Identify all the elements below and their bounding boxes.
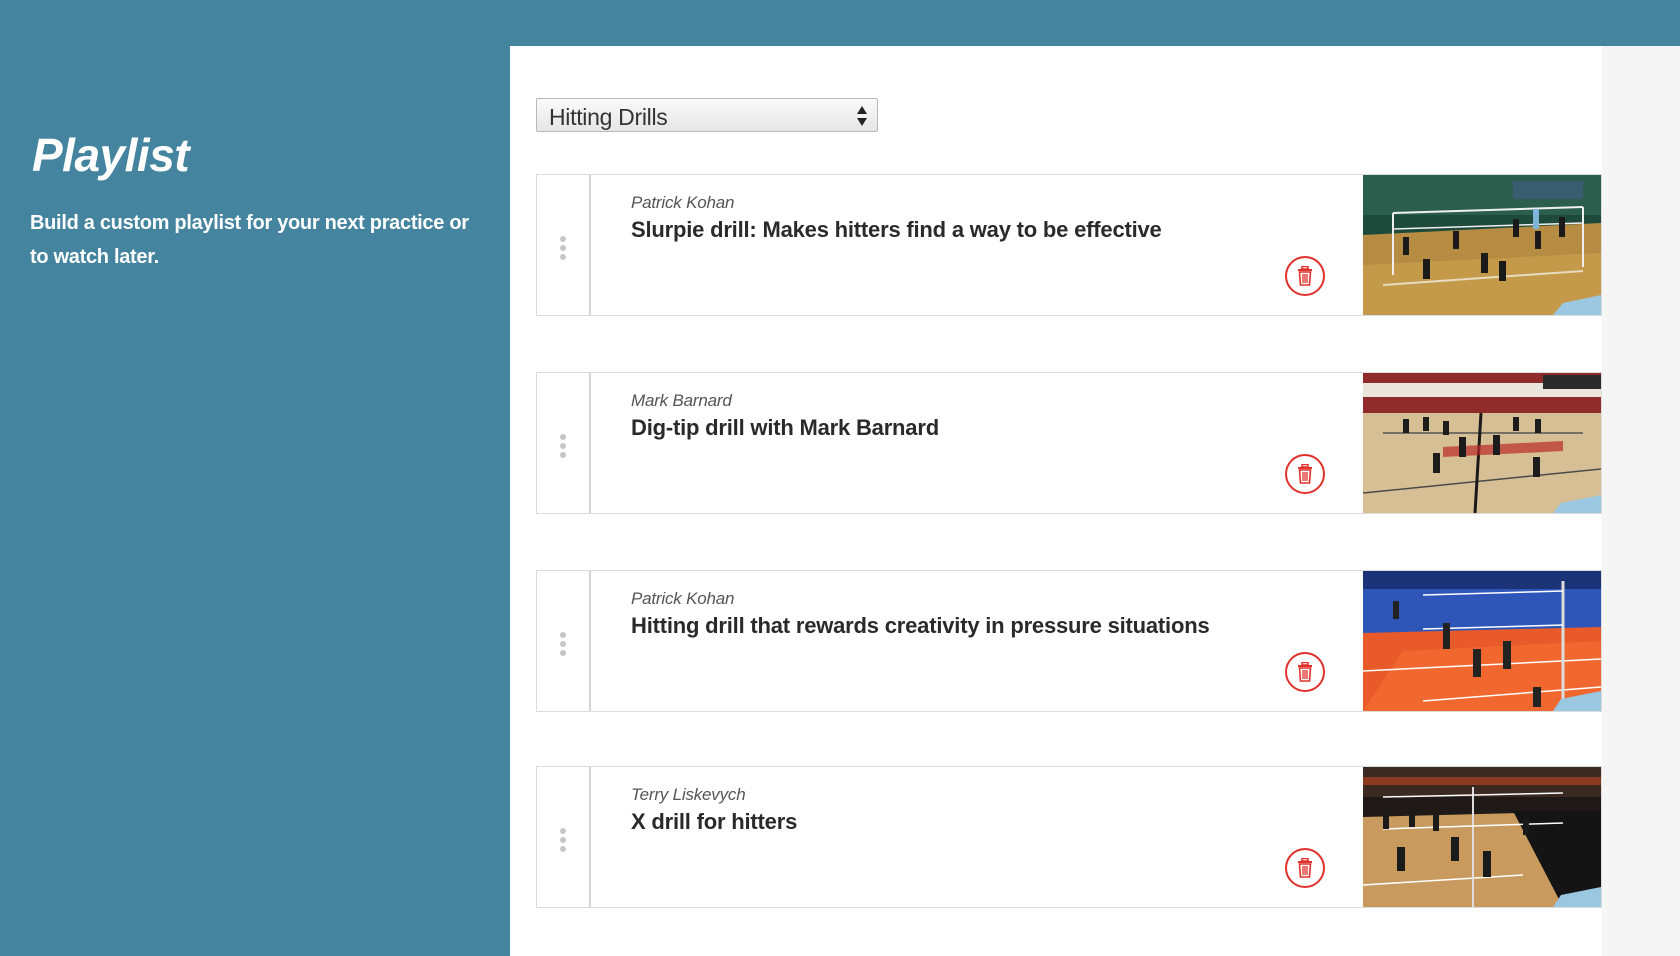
delete-button[interactable] bbox=[1285, 848, 1325, 888]
playlist-item[interactable]: Patrick Kohan Hitting drill that rewards… bbox=[536, 570, 1602, 712]
page-title: Playlist bbox=[32, 129, 190, 181]
item-title[interactable]: Hitting drill that rewards creativity in… bbox=[631, 613, 1210, 639]
drag-handle-icon bbox=[560, 236, 566, 260]
trash-icon bbox=[1298, 858, 1312, 878]
video-thumbnail[interactable] bbox=[1363, 767, 1601, 907]
video-thumbnail[interactable] bbox=[1363, 571, 1601, 711]
select-arrows-icon bbox=[857, 106, 867, 126]
video-thumbnail[interactable] bbox=[1363, 175, 1601, 315]
top-bar bbox=[0, 0, 1680, 46]
item-title[interactable]: Slurpie drill: Makes hitters find a way … bbox=[631, 217, 1162, 243]
playlist-item[interactable]: Mark Barnard Dig-tip drill with Mark Bar… bbox=[536, 372, 1602, 514]
sidebar: Playlist Build a custom playlist for you… bbox=[0, 46, 510, 956]
trash-icon bbox=[1298, 464, 1312, 484]
item-author: Patrick Kohan bbox=[631, 193, 735, 212]
item-title[interactable]: X drill for hitters bbox=[631, 809, 797, 835]
delete-button[interactable] bbox=[1285, 454, 1325, 494]
gym-court-light-image bbox=[1363, 373, 1601, 513]
right-gutter bbox=[1602, 46, 1680, 956]
drag-handle[interactable] bbox=[537, 175, 591, 315]
trash-icon bbox=[1298, 266, 1312, 286]
playlist-select-value: Hitting Drills bbox=[549, 104, 668, 130]
page-description: Build a custom playlist for your next pr… bbox=[30, 212, 469, 268]
playlist-select[interactable]: Hitting Drills bbox=[536, 98, 878, 132]
playlist-item[interactable]: Patrick Kohan Slurpie drill: Makes hitte… bbox=[536, 174, 1602, 316]
playlist-item[interactable]: Terry Liskevych X drill for hitters bbox=[536, 766, 1602, 908]
drag-handle-icon bbox=[560, 632, 566, 656]
drag-handle[interactable] bbox=[537, 571, 591, 711]
delete-button[interactable] bbox=[1285, 256, 1325, 296]
trash-icon bbox=[1298, 662, 1312, 682]
item-author: Patrick Kohan bbox=[631, 589, 735, 608]
drag-handle-icon bbox=[560, 434, 566, 458]
dark-gym-court-image bbox=[1363, 767, 1601, 907]
item-author: Mark Barnard bbox=[631, 391, 732, 410]
drag-handle[interactable] bbox=[537, 373, 591, 513]
drag-handle-icon bbox=[560, 828, 566, 852]
drag-handle[interactable] bbox=[537, 767, 591, 907]
delete-button[interactable] bbox=[1285, 652, 1325, 692]
item-author: Terry Liskevych bbox=[631, 785, 746, 804]
gym-court-green-image bbox=[1363, 175, 1601, 315]
item-title[interactable]: Dig-tip drill with Mark Barnard bbox=[631, 415, 939, 441]
orange-court-image bbox=[1363, 571, 1601, 711]
video-thumbnail[interactable] bbox=[1363, 373, 1601, 513]
playlist-panel: Hitting Drills Patrick Kohan Slurpie dri… bbox=[510, 46, 1602, 956]
